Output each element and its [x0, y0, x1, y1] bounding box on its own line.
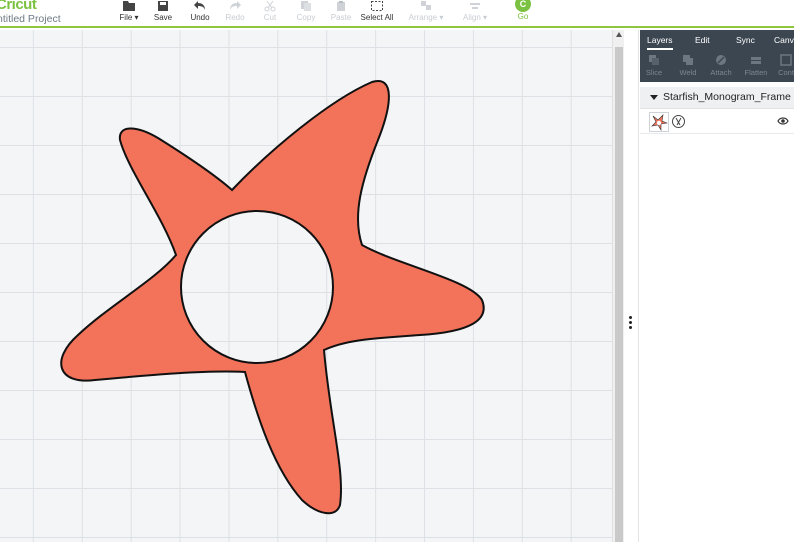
layers-panel: Layers Edit Sync Canv Slice Weld Attach … — [640, 30, 794, 542]
cut-label: Cut — [263, 13, 277, 22]
attach-icon — [716, 55, 726, 65]
save-icon — [158, 1, 168, 11]
align-label: Align ▾ — [462, 13, 488, 22]
starfish-thumbnail-icon — [651, 114, 669, 132]
drag-handle-icon[interactable] — [629, 316, 632, 331]
layer-thumbnail — [649, 112, 669, 132]
slice-icon — [649, 55, 659, 65]
save-label: Save — [153, 13, 173, 22]
go-label: Go — [517, 12, 529, 21]
file-menu-button[interactable]: File ▾ — [115, 0, 143, 26]
copy-label: Copy — [296, 13, 316, 22]
slice-button[interactable]: Slice — [641, 54, 667, 77]
undo-icon — [194, 1, 205, 10]
attach-button[interactable]: Attach — [708, 54, 734, 77]
go-badge: C — [515, 0, 531, 12]
undo-button[interactable]: Undo — [186, 0, 214, 26]
slice-label: Slice — [645, 68, 663, 77]
cricut-logo: Cricut — [0, 0, 37, 13]
redo-icon — [230, 1, 241, 10]
top-toolbar: Cricut ntitled Project File ▾ Save Undo … — [0, 0, 794, 28]
contour-label: Cont — [778, 68, 794, 77]
file-menu-label: File ▾ — [119, 13, 139, 22]
folder-icon — [123, 1, 135, 11]
copy-icon — [301, 1, 311, 11]
flatten-button[interactable]: Flatten — [743, 54, 769, 77]
flatten-icon — [751, 57, 761, 64]
tab-layers[interactable]: Layers — [647, 35, 673, 50]
scroll-up-arrow-icon[interactable] — [616, 32, 622, 37]
layer-group-row[interactable]: Starfish_Monogram_Frame — [640, 87, 794, 109]
paste-button[interactable]: Paste — [328, 0, 354, 26]
collapse-caret-icon[interactable] — [650, 95, 658, 100]
undo-label: Undo — [190, 13, 210, 22]
contour-button[interactable]: Cont — [773, 54, 794, 77]
save-button[interactable]: Save — [150, 0, 176, 26]
redo-label: Redo — [225, 13, 245, 22]
flatten-label: Flatten — [744, 68, 768, 77]
select-all-button[interactable]: Select All — [360, 0, 394, 26]
select-all-label: Select All — [360, 13, 394, 22]
weld-button[interactable]: Weld — [675, 54, 701, 77]
arrange-menu-button[interactable]: Arrange ▾ — [406, 0, 446, 26]
contour-icon — [780, 54, 792, 66]
eye-icon[interactable] — [777, 116, 789, 126]
go-button[interactable]: C Go — [514, 0, 532, 21]
cut-icon — [264, 0, 276, 12]
arrange-label: Arrange ▾ — [408, 13, 444, 22]
project-title[interactable]: ntitled Project — [0, 13, 61, 25]
attach-label: Attach — [710, 68, 732, 77]
canvas-vertical-scrollbar[interactable] — [612, 30, 624, 542]
starfish-outline[interactable] — [60, 79, 485, 515]
paste-label: Paste — [330, 13, 352, 22]
paste-icon — [337, 1, 345, 11]
layer-row[interactable] — [640, 110, 794, 134]
weld-label: Weld — [679, 68, 697, 77]
cut-operation-icon — [672, 115, 685, 128]
panel-resize-handle[interactable] — [624, 30, 639, 542]
tab-canvas[interactable]: Canv — [774, 35, 794, 45]
layer-group-name: Starfish_Monogram_Frame — [663, 91, 791, 103]
panel-header: Layers Edit Sync Canv Slice Weld Attach … — [640, 30, 794, 82]
align-icon — [470, 3, 480, 9]
cut-button[interactable]: Cut — [258, 0, 282, 26]
select-all-icon — [371, 1, 383, 11]
arrange-icon — [421, 1, 431, 10]
starfish-shape[interactable] — [0, 30, 612, 542]
design-canvas[interactable] — [0, 30, 612, 542]
tab-sync[interactable]: Sync — [736, 35, 755, 45]
align-menu-button[interactable]: Align ▾ — [460, 0, 490, 26]
redo-button[interactable]: Redo — [222, 0, 248, 26]
tab-edit[interactable]: Edit — [695, 35, 710, 45]
weld-icon — [683, 55, 693, 65]
scrollbar-thumb[interactable] — [615, 47, 623, 542]
copy-button[interactable]: Copy — [293, 0, 319, 26]
